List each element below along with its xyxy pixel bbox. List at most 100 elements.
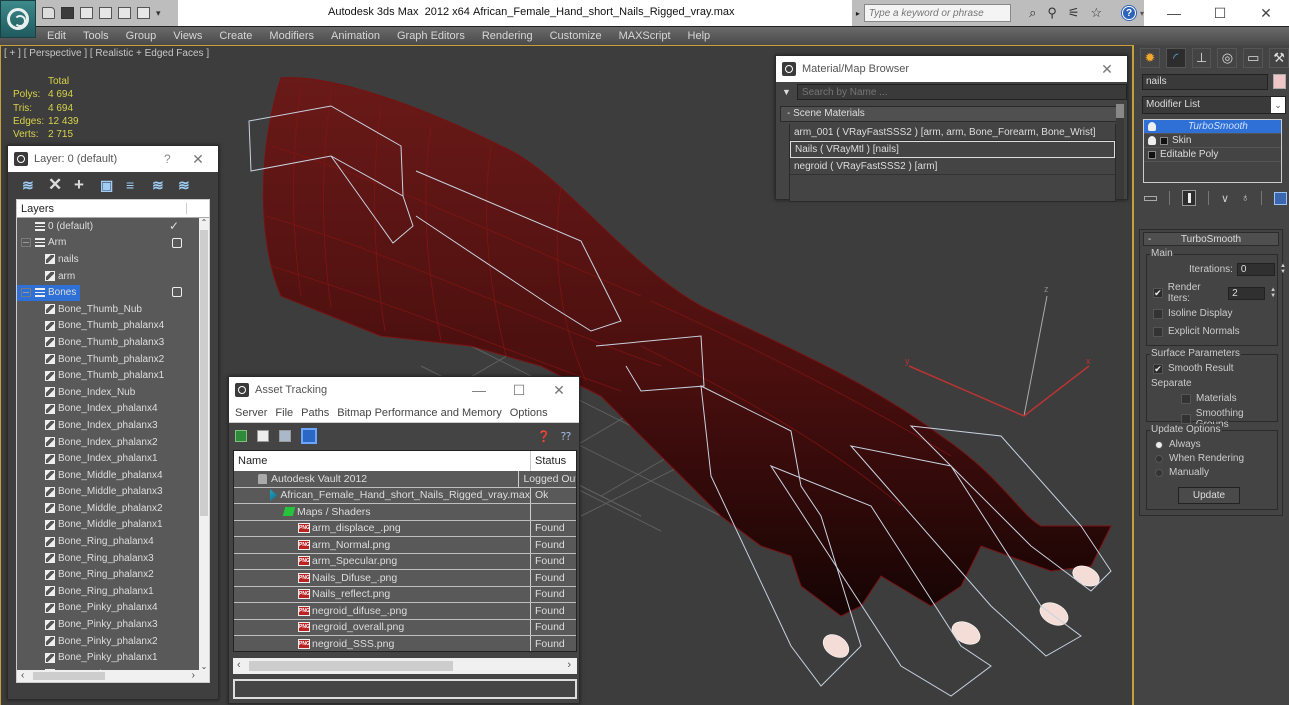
explicit-normals-checkbox[interactable] [1153,326,1163,337]
update-option-radio[interactable] [1155,454,1163,463]
layer-object-row[interactable]: Bone_Ring_phalanx4 [17,533,201,550]
layer-object-row[interactable]: Bone_Pinky_phalanx2 [17,633,201,650]
layer-row[interactable]: Arm [17,235,201,252]
layer-object-row[interactable]: Bone_Ring_phalanx1 [17,583,201,600]
material-item[interactable]: Nails ( VRayMtl ) [nails] [790,141,1115,158]
object-color-swatch[interactable] [1273,74,1286,89]
iterations-spinner[interactable]: 0 [1236,263,1275,276]
help-icon[interactable]: ? [1122,6,1136,20]
object-name-field[interactable]: nails [1142,74,1268,90]
layer-object-row[interactable]: arm [17,268,201,285]
expand-search-icon[interactable]: ▸ [852,9,864,18]
keyword-search-input[interactable] [863,4,1012,22]
delete-layer-icon[interactable]: ✕ [48,176,62,193]
layer-list-hscroll[interactable]: ‹ › [17,670,209,682]
menu-create[interactable]: Create [219,30,252,42]
layer-object-row[interactable]: Bone_Index_phalanx1 [17,450,201,467]
display-tab-icon[interactable]: ▭ [1243,48,1264,68]
layer-dialog-titlebar[interactable]: Layer: 0 (default) ? ✕ [8,146,218,172]
app-menu-button[interactable] [0,0,36,38]
layer-object-row[interactable]: Bone_Pinky_phalanx3 [17,616,201,633]
menu-help[interactable]: Help [688,30,711,42]
material-browser-titlebar[interactable]: Material/Map Browser ✕ [776,56,1127,82]
scroll-up-icon[interactable]: ⌃ [199,218,209,228]
asset-row[interactable]: PNG arm_Specular.png Found [234,553,576,570]
layer-object-row[interactable]: Bone_Middle_phalanx3 [17,484,201,501]
star-icon[interactable]: ☆ [1091,5,1103,21]
layer-object-row[interactable]: Bone_Thumb_phalanx2 [17,351,201,368]
modify-tab-icon[interactable]: ◜ [1165,48,1186,68]
update-button[interactable]: Update [1178,487,1240,504]
remove-modifier-icon[interactable]: ♁ [1241,192,1249,204]
maximize-button[interactable]: ☐ [1197,0,1243,26]
menu-tools[interactable]: Tools [83,30,109,42]
asset-dialog-titlebar[interactable]: Asset Tracking — ☐ ✕ [229,377,579,403]
redo-icon[interactable] [137,7,150,19]
smoothing-groups-checkbox[interactable] [1181,414,1191,424]
current-layer-check-icon[interactable]: ✓ [169,220,181,232]
layer-object-row[interactable]: Bone_Middle_phalanx4 [17,467,201,484]
collapse-toggle-icon[interactable] [21,238,31,248]
pin-stack-icon[interactable] [1144,195,1157,201]
menu-edit[interactable]: Edit [47,30,66,42]
menu-views[interactable]: Views [173,30,202,42]
scroll-right-icon[interactable]: › [567,659,571,671]
close-button[interactable]: ✕ [178,151,218,168]
modifier-toggle-bulb-icon[interactable] [1148,122,1156,131]
asset-menu-bitmap-performance-and-memory[interactable]: Bitmap Performance and Memory [337,407,501,419]
modifier-stack-item[interactable]: Editable Poly [1144,148,1281,162]
current-column-header[interactable] [186,203,205,214]
asset-row[interactable]: PNG Nails_Difuse_.png Found [234,570,576,587]
search-by-name-input[interactable] [796,84,1127,100]
materials-checkbox[interactable] [1181,393,1191,404]
layer-object-row[interactable]: Bone_Ring_phalanx3 [17,550,201,567]
layer-object-row[interactable]: Bone_Index_Nub [17,384,201,401]
hierarchy-tab-icon[interactable]: ⊥ [1191,48,1212,68]
scroll-right-icon[interactable]: › [192,670,195,681]
help-dropdown-icon[interactable]: ▾ [1140,9,1144,18]
layer-object-row[interactable]: Bone_Pinky_phalanx1 [17,649,201,666]
scroll-thumb[interactable] [33,672,105,680]
customize-toolbar-icon[interactable]: ▾ [156,8,161,19]
layer-object-row[interactable]: Bone_Index_phalanx4 [17,401,201,418]
layer-object-row[interactable]: Bone_Thumb_phalanx4 [17,318,201,335]
layer-object-row[interactable]: Bone_Thumb_Nub [17,301,201,318]
context-help-icon[interactable]: ⁇ [561,430,571,443]
material-item[interactable]: negroid ( VRayFastSSS2 ) [arm] [790,158,1115,175]
asset-row[interactable]: PNG Nails_reflect.png Found [234,586,576,603]
add-to-layer-icon[interactable]: + [74,176,87,193]
spinner-arrows-icon[interactable]: ▲ ▼ [1269,287,1277,300]
material-item[interactable]: arm_001 ( VRayFastSSS2 ) [arm, arm, Bone… [790,124,1115,141]
name-column-header[interactable]: Name [234,451,531,471]
update-option-radio[interactable] [1155,468,1163,477]
utilities-tab-icon[interactable]: ⚒ [1269,48,1289,68]
table-view-icon[interactable] [301,428,317,444]
help-icon[interactable]: ❓ [537,430,551,443]
help-button[interactable]: ? [164,152,171,166]
layer-object-row[interactable]: Bone_Middle_phalanx1 [17,517,201,534]
modifier-stack-item[interactable]: TurboSmooth [1144,120,1281,134]
scroll-left-icon[interactable]: ‹ [237,659,241,671]
menu-modifiers[interactable]: Modifiers [269,30,314,42]
close-button[interactable]: ✕ [539,382,579,399]
asset-menu-paths[interactable]: Paths [301,407,329,419]
select-objects-in-layer-icon[interactable]: ▣ [100,178,113,192]
scroll-thumb[interactable] [249,661,453,671]
key-icon[interactable]: ⚲ [1047,5,1057,21]
layer-object-row[interactable]: Bone_Index_phalanx3 [17,417,201,434]
undo-icon[interactable] [118,7,131,19]
hide-all-layers-icon[interactable]: ≋ [152,178,165,192]
satellite-icon[interactable]: ⚟ [1068,5,1080,21]
layers-column-header[interactable]: Layers [21,203,54,215]
chevron-down-icon[interactable]: ⌄ [1271,97,1285,113]
asset-menu-server[interactable]: Server [235,407,267,419]
modifier-toggle-bulb-icon[interactable] [1148,136,1156,145]
menu-customize[interactable]: Customize [550,30,602,42]
browser-options-icon[interactable]: ▼ [782,87,791,97]
asset-row[interactable]: Autodesk Vault 2012 Logged Out [234,471,576,488]
refresh-icon[interactable] [235,430,247,442]
scroll-thumb[interactable] [1116,104,1124,118]
asset-menu-file[interactable]: File [275,407,293,419]
asset-table-hscroll[interactable]: ‹ › [233,658,577,674]
material-browser-vscroll[interactable] [1116,104,1124,199]
